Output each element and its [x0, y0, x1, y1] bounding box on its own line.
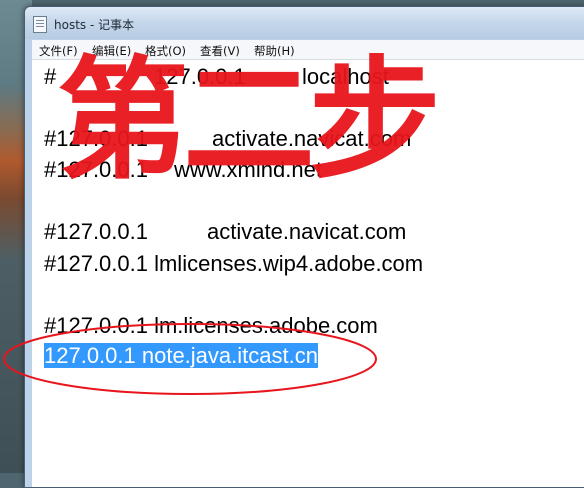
text-line: #127.0.0.1 activate.navicat.com [44, 219, 407, 244]
notepad-icon [33, 16, 47, 33]
window-title: hosts - 记事本 [54, 18, 135, 32]
text-line: #127.0.0.1 localhost [44, 64, 389, 89]
step-annotation-text: 第二步 [57, 44, 441, 198]
text-line: #127.0.0.1 lm.licenses.adobe.com [44, 313, 378, 338]
title-bar[interactable]: hosts - 记事本 [25, 7, 584, 39]
text-line: #127.0.0.1 lmlicenses.wip4.adobe.com [44, 251, 424, 276]
selected-text-line: 127.0.0.1 note.java.itcast.cn [44, 343, 318, 369]
text-selection: 127.0.0.1 note.java.itcast.cn [44, 343, 318, 368]
